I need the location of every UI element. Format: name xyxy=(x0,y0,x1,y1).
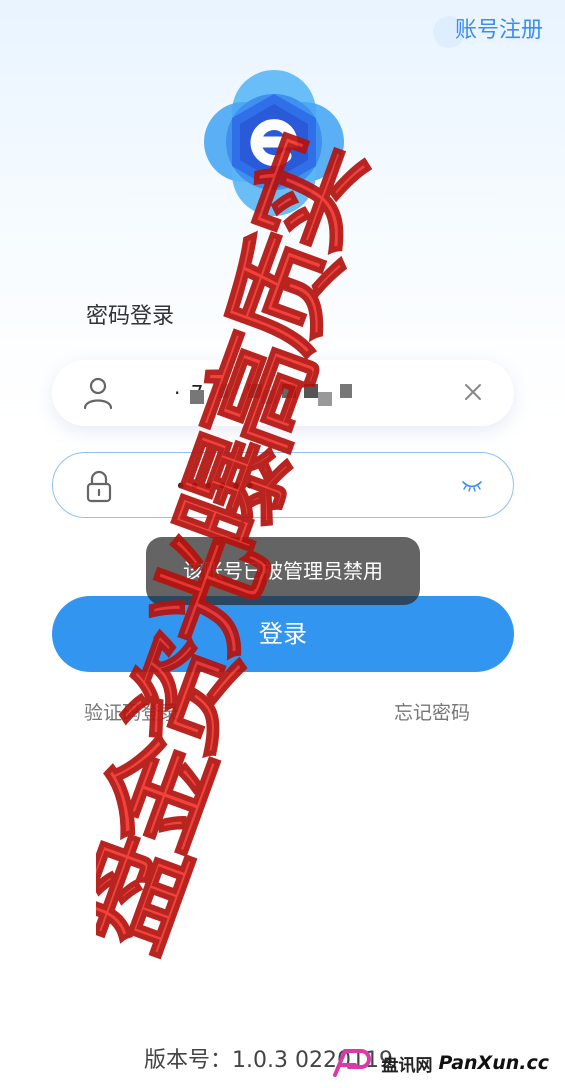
toast-message: 该账号已被管理员禁用 xyxy=(146,537,420,605)
close-icon[interactable] xyxy=(464,383,482,401)
login-button[interactable]: 登录 xyxy=(52,596,514,672)
username-field[interactable]: · 7 xyxy=(52,360,514,426)
brand-badge-en: PanXun.cc xyxy=(438,1052,549,1074)
username-redaction xyxy=(190,382,360,406)
svg-text:金: 金 xyxy=(96,717,241,869)
svg-text:盘: 盘 xyxy=(96,818,216,968)
password-field[interactable]: •••••• xyxy=(52,452,514,518)
login-mode-title: 密码登录 xyxy=(86,304,175,329)
sms-login-link[interactable]: 验证码登录 xyxy=(84,698,179,725)
forgot-password-link[interactable]: 忘记密码 xyxy=(394,698,470,725)
brand-badge-cn: 盘讯网 xyxy=(381,1055,433,1076)
lock-icon xyxy=(86,470,112,503)
brand-badge: 盘讯网 PanXun.cc xyxy=(331,1046,549,1080)
eye-closed-icon[interactable] xyxy=(461,477,483,493)
app-logo xyxy=(204,70,344,216)
user-icon xyxy=(83,377,113,410)
register-link[interactable]: 账号注册 xyxy=(432,14,547,48)
password-value[interactable]: •••••• xyxy=(175,453,258,519)
panxun-logo-icon xyxy=(333,1049,372,1077)
svg-text:质: 质 xyxy=(205,218,365,368)
